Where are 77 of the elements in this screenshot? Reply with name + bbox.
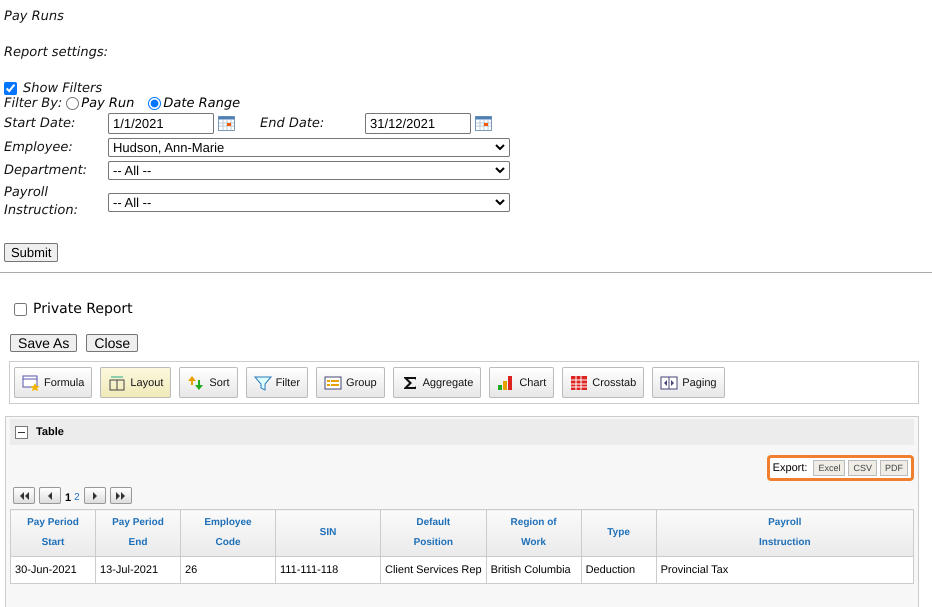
- table-cell: British Columbia: [486, 556, 582, 584]
- radio-button[interactable]: [66, 97, 80, 110]
- section-label: Report settings:: [4, 45, 110, 62]
- toolbar-button[interactable]: Layout: [100, 367, 172, 398]
- toolbar-button[interactable]: Chart: [489, 367, 554, 398]
- toolbar-button[interactable]: Crosstab: [562, 367, 644, 398]
- export-button[interactable]: Excel: [813, 460, 846, 476]
- save-as-button[interactable]: Save As: [10, 334, 78, 352]
- column-header[interactable]: Payroll Instruction: [656, 510, 914, 556]
- table-cell: Deduction: [581, 556, 656, 584]
- next-page-button[interactable]: [84, 487, 106, 504]
- previous-page-button[interactable]: [39, 487, 61, 504]
- first-page-button[interactable]: [13, 487, 35, 504]
- radio-label: Date Range: [163, 96, 240, 111]
- columns-icon: [108, 374, 126, 390]
- chevron-down-icon: [495, 144, 505, 151]
- page-link[interactable]: 1: [65, 492, 72, 504]
- checkbox-label: Show Filters: [23, 81, 102, 96]
- table-cell: Provincial Tax: [656, 556, 914, 584]
- column-header[interactable]: Default Position: [380, 510, 486, 556]
- collapse-icon[interactable]: [15, 426, 28, 438]
- dropdown[interactable]: Hudson, Ann-Marie: [108, 138, 510, 157]
- toolbar-button[interactable]: Filter: [246, 367, 308, 398]
- start-date-label: Start Date:: [4, 116, 76, 131]
- export-button[interactable]: CSV: [848, 460, 877, 476]
- calendar-icon[interactable]: [218, 116, 235, 131]
- chevron-down-icon: [495, 198, 505, 206]
- previous-page-icon: [48, 492, 52, 500]
- end-date-field[interactable]: 31/12/2021: [365, 113, 471, 134]
- toolbar-button[interactable]: Group: [316, 367, 385, 398]
- chevron-down-icon: [495, 167, 505, 174]
- export-button[interactable]: PDF: [880, 460, 908, 476]
- first-page-icon: [20, 492, 28, 500]
- close-button[interactable]: Close: [86, 334, 138, 352]
- next-page-icon: [92, 492, 97, 500]
- table-cell: 13-Jul-2021: [96, 556, 180, 584]
- toolbar-button[interactable]: Aggregate: [392, 367, 482, 398]
- column-header[interactable]: Type: [581, 510, 656, 556]
- checkbox-label: Private Report: [33, 301, 133, 317]
- last-page-button[interactable]: [110, 487, 132, 504]
- start-date-field[interactable]: 1/1/2021: [108, 113, 214, 134]
- field-label: Employee:: [4, 138, 74, 156]
- column-header[interactable]: Pay Period End: [96, 510, 180, 556]
- show-filters-checkbox[interactable]: [4, 82, 17, 95]
- dropdown[interactable]: -- All --: [108, 192, 510, 212]
- grid-icon: [570, 374, 588, 390]
- export-label: Export:: [772, 462, 808, 474]
- end-date-label: End Date:: [260, 116, 326, 131]
- table-cell: 30-Jun-2021: [10, 556, 96, 584]
- page-title: Pay Runs: [4, 8, 65, 26]
- dropdown[interactable]: -- All --: [108, 161, 510, 180]
- list-group-icon: [324, 374, 342, 390]
- submit-button[interactable]: Submit: [4, 243, 58, 262]
- column-header[interactable]: Pay Period Start: [10, 510, 96, 556]
- calendar-icon[interactable]: [475, 116, 492, 131]
- panel-title: Table: [36, 426, 64, 438]
- field-label: Payroll Instruction:: [4, 184, 79, 220]
- table-cell: 26: [180, 556, 276, 584]
- toolbar-button[interactable]: Formula: [14, 367, 92, 398]
- toolbar-button[interactable]: Sort: [179, 367, 238, 398]
- funnel-icon: [254, 374, 272, 390]
- column-header[interactable]: Region of Work: [486, 510, 582, 556]
- private-report-checkbox[interactable]: [14, 302, 27, 316]
- table-cell: Client Services Rep: [380, 556, 486, 584]
- sort-arrows-icon: [187, 374, 206, 390]
- filter-by-label: Filter By:: [4, 96, 62, 111]
- toolbar-button[interactable]: Paging: [652, 367, 725, 398]
- table-star-icon: [22, 374, 40, 390]
- field-label: Department:: [4, 162, 88, 180]
- paging-icon: [660, 374, 678, 390]
- table-cell: 111-111-118: [276, 556, 380, 584]
- radio-label: Pay Run: [81, 96, 134, 111]
- radio-button[interactable]: [148, 97, 162, 110]
- column-header[interactable]: SIN: [276, 510, 380, 556]
- page-link[interactable]: 2: [74, 492, 80, 504]
- last-page-icon: [116, 492, 126, 500]
- column-header[interactable]: Employee Code: [180, 510, 276, 556]
